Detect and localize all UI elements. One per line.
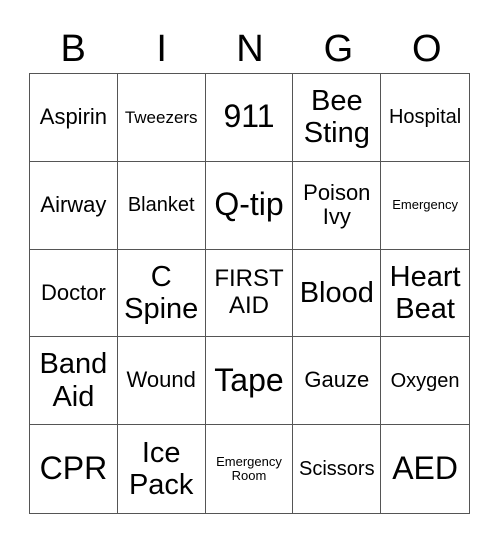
bingo-cell[interactable]: Q-tip bbox=[205, 161, 294, 250]
bingo-cell[interactable]: Doctor bbox=[30, 249, 118, 338]
bingo-cell[interactable]: 911 bbox=[205, 74, 294, 162]
bingo-cell[interactable]: Airway bbox=[30, 161, 118, 250]
header-letter-n: N bbox=[236, 28, 264, 70]
bingo-cell[interactable]: Tweezers bbox=[117, 74, 206, 162]
bingo-cell[interactable]: Emergency Room bbox=[206, 425, 294, 513]
bingo-cell[interactable]: Blanket bbox=[117, 161, 206, 250]
bingo-cell[interactable]: Ice Pack bbox=[118, 425, 206, 513]
bingo-cell[interactable]: Blood bbox=[293, 249, 382, 338]
header-letter-i: I bbox=[156, 28, 167, 70]
header-letter-o: O bbox=[412, 28, 442, 70]
bingo-cell[interactable]: Hospital bbox=[381, 74, 469, 162]
bingo-grid: Aspirin Tweezers 911 Bee Sting Hospital … bbox=[29, 73, 470, 514]
bingo-cell[interactable]: Heart Beat bbox=[381, 250, 469, 338]
bingo-cell[interactable]: Poison Ivy bbox=[293, 161, 382, 250]
bingo-cell[interactable]: Emergency bbox=[381, 162, 469, 250]
bingo-cell[interactable]: Oxygen bbox=[381, 337, 469, 426]
bingo-header: B I N G O bbox=[29, 26, 471, 72]
bingo-cell[interactable]: Gauze bbox=[293, 337, 382, 426]
bingo-cell[interactable]: C Spine bbox=[117, 249, 206, 338]
bingo-cell[interactable]: AED bbox=[381, 425, 469, 513]
bingo-cell[interactable]: Wound bbox=[117, 337, 206, 426]
bingo-cell[interactable]: Tape bbox=[205, 337, 294, 426]
bingo-cell[interactable]: Bee Sting bbox=[293, 74, 382, 162]
bingo-cell[interactable]: Scissors bbox=[293, 425, 382, 513]
bingo-cell[interactable]: Aspirin bbox=[30, 74, 118, 162]
header-letter-b: B bbox=[60, 28, 86, 70]
bingo-cell[interactable]: CPR bbox=[30, 425, 118, 513]
header-letter-g: G bbox=[323, 28, 354, 70]
bingo-cell[interactable]: Band Aid bbox=[30, 337, 118, 426]
free-space-cell[interactable]: FIRST AID bbox=[205, 249, 294, 338]
